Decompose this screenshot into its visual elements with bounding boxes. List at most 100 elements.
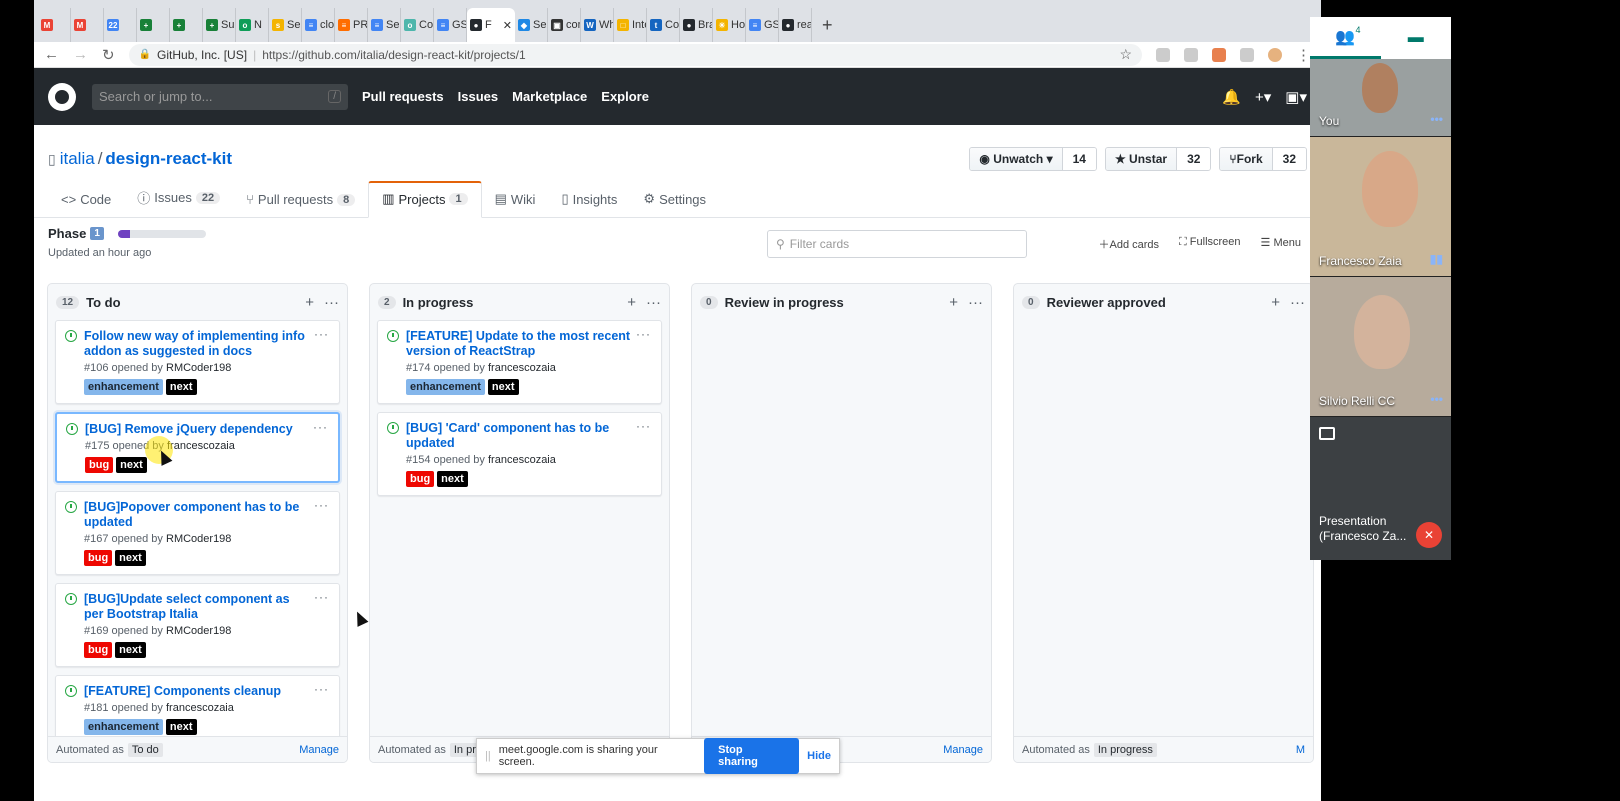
issue-label[interactable]: next [115, 550, 146, 566]
issue-author[interactable]: RMCoder198 [166, 533, 231, 545]
watchers-count[interactable]: 14 [1062, 148, 1096, 170]
browser-tab[interactable]: tCon [647, 8, 680, 42]
card-menu-dots-icon[interactable]: ··· [636, 419, 651, 433]
issue-label[interactable]: bug [85, 457, 114, 473]
extension-icon[interactable] [1240, 47, 1254, 62]
browser-tab[interactable]: + [170, 8, 203, 42]
tab-insights[interactable]: ▯ Insights [548, 191, 630, 217]
issue-card[interactable]: ··· Follow new way of implementing info a… [55, 320, 340, 404]
nav-issues[interactable]: Issues [458, 89, 498, 104]
issue-label[interactable]: next [165, 719, 197, 735]
browser-tab[interactable]: ≡GSo [746, 8, 779, 42]
tab-participants[interactable]: 👥 4 [1310, 17, 1381, 59]
nav-pull-requests[interactable]: Pull requests [362, 89, 444, 104]
browser-tab[interactable]: sServ [269, 8, 302, 42]
browser-tab[interactable]: ☀How [713, 8, 746, 42]
browser-tab[interactable]: +Sug [203, 8, 236, 42]
stargazers-count[interactable]: 32 [1177, 148, 1211, 170]
browser-tab[interactable]: ●reac [779, 8, 812, 42]
issue-author[interactable]: francescozaia [167, 440, 235, 452]
browser-tab[interactable]: oN [236, 8, 269, 42]
browser-tab[interactable]: 22 [104, 8, 137, 42]
manage-automation-link[interactable]: Manage [943, 744, 983, 756]
card-menu-dots-icon[interactable]: ··· [314, 682, 329, 696]
issue-title-link[interactable]: [FEATURE] Components cleanup [84, 684, 331, 699]
presentation-tile[interactable]: Presentation (Francesco Za... ✕ [1310, 417, 1451, 558]
issue-card[interactable]: ··· [BUG] 'Card' component has to be upda… [377, 412, 662, 496]
nav-marketplace[interactable]: Marketplace [512, 89, 587, 104]
issue-card[interactable]: ··· [BUG]Update select component as per B… [55, 583, 340, 667]
browser-tab[interactable]: □Inte [614, 8, 647, 42]
browser-tab[interactable]: oCon [401, 8, 434, 42]
manage-automation-link[interactable]: M [1296, 744, 1305, 756]
reload-icon[interactable]: ↻ [102, 46, 115, 64]
fullscreen-button[interactable]: ⛶ Fullscreen [1179, 236, 1241, 252]
tab-settings[interactable]: ⚙ Settings [630, 191, 719, 217]
new-tab-button[interactable]: + [812, 15, 843, 42]
create-new-plus-icon[interactable]: +▾ [1255, 88, 1271, 106]
issue-card[interactable]: ··· [FEATURE] Update to the most recent v… [377, 320, 662, 404]
card-menu-dots-icon[interactable]: ··· [314, 590, 329, 604]
issue-author[interactable]: RMCoder198 [166, 362, 231, 374]
filter-cards-input[interactable]: ⚲ Filter cards [767, 230, 1027, 258]
tab-code[interactable]: <> Code [48, 192, 124, 217]
github-search-input[interactable]: Search or jump to... / [92, 83, 348, 110]
add-card-plus-icon[interactable]: + [627, 294, 636, 311]
participant-tile[interactable]: Francesco Zaia ▮▮ [1310, 137, 1451, 277]
browser-tab[interactable]: + [137, 8, 170, 42]
issue-label[interactable]: next [116, 457, 147, 473]
issue-author[interactable]: francescozaia [166, 702, 234, 714]
issue-label[interactable]: next [115, 642, 146, 658]
tab-chat[interactable]: ▬ [1381, 17, 1452, 59]
tab-issues[interactable]: ⓘ Issues 22 [124, 188, 233, 217]
tab-pull-requests[interactable]: ⑂ Pull requests 8 [233, 192, 368, 217]
column-menu-dots-icon[interactable]: ··· [1290, 294, 1305, 311]
issue-label[interactable]: next [487, 379, 519, 395]
browser-tab[interactable]: M [38, 8, 71, 42]
profile-avatar[interactable] [1268, 47, 1282, 62]
browser-tab[interactable]: M [71, 8, 104, 42]
tab-projects[interactable]: ▥ Projects 1 [368, 181, 482, 218]
card-menu-dots-icon[interactable]: ··· [636, 327, 651, 341]
browser-tab[interactable]: ≡clou [302, 8, 335, 42]
close-tab-icon[interactable]: ✕ [503, 19, 512, 32]
issue-title-link[interactable]: [BUG] Remove jQuery dependency [85, 422, 330, 437]
repo-name-link[interactable]: design-react-kit [105, 149, 232, 168]
participant-tile[interactable]: You ••• [1310, 59, 1451, 137]
back-icon[interactable]: ← [44, 46, 59, 63]
browser-tab[interactable]: ●Bran [680, 8, 713, 42]
browser-tab[interactable]: ▣cont [548, 8, 581, 42]
extension-icon[interactable] [1184, 47, 1198, 62]
browser-menu-icon[interactable]: ⋮ [1296, 46, 1311, 64]
tab-wiki[interactable]: ▤ Wiki [482, 191, 549, 217]
issue-card[interactable]: ··· [FEATURE] Components cleanup #181 open… [55, 675, 340, 744]
url-input[interactable]: 🔒 GitHub, Inc. [US] | https://github.com… [128, 43, 1142, 66]
bookmark-star-icon[interactable]: ☆ [1119, 46, 1132, 63]
column-menu-dots-icon[interactable]: ··· [646, 294, 661, 311]
menu-button[interactable]: ☰ Menu [1261, 236, 1301, 252]
issue-author[interactable]: RMCoder198 [166, 625, 231, 637]
user-avatar-menu[interactable]: ▣▾ [1285, 88, 1307, 106]
fork-button[interactable]: ⑂Fork [1220, 148, 1273, 170]
github-logo-icon[interactable] [48, 82, 76, 111]
issue-label[interactable]: enhancement [406, 379, 485, 395]
column-menu-dots-icon[interactable]: ··· [968, 294, 983, 311]
browser-tab[interactable]: ≡PRC [335, 8, 368, 42]
nav-explore[interactable]: Explore [601, 89, 649, 104]
browser-tab[interactable]: ≡GSo [434, 8, 467, 42]
issue-title-link[interactable]: [FEATURE] Update to the most recent vers… [406, 329, 653, 359]
forks-count[interactable]: 32 [1272, 148, 1306, 170]
add-cards-button[interactable]: ＋Add cards [1099, 236, 1160, 252]
issue-label[interactable]: enhancement [84, 719, 163, 735]
drag-handle-icon[interactable]: || [485, 750, 491, 762]
issue-label[interactable]: bug [84, 642, 113, 658]
extension-icon[interactable] [1212, 47, 1226, 62]
add-card-plus-icon[interactable]: + [949, 294, 958, 311]
add-card-plus-icon[interactable]: + [1271, 294, 1280, 311]
manage-automation-link[interactable]: Manage [299, 744, 339, 756]
issue-label[interactable]: bug [84, 550, 113, 566]
card-menu-dots-icon[interactable]: ··· [314, 327, 329, 341]
unwatch-button[interactable]: ◉ Unwatch ▾ [970, 148, 1063, 170]
card-menu-dots-icon[interactable]: ··· [313, 420, 328, 434]
repo-owner-link[interactable]: italia [60, 149, 95, 168]
